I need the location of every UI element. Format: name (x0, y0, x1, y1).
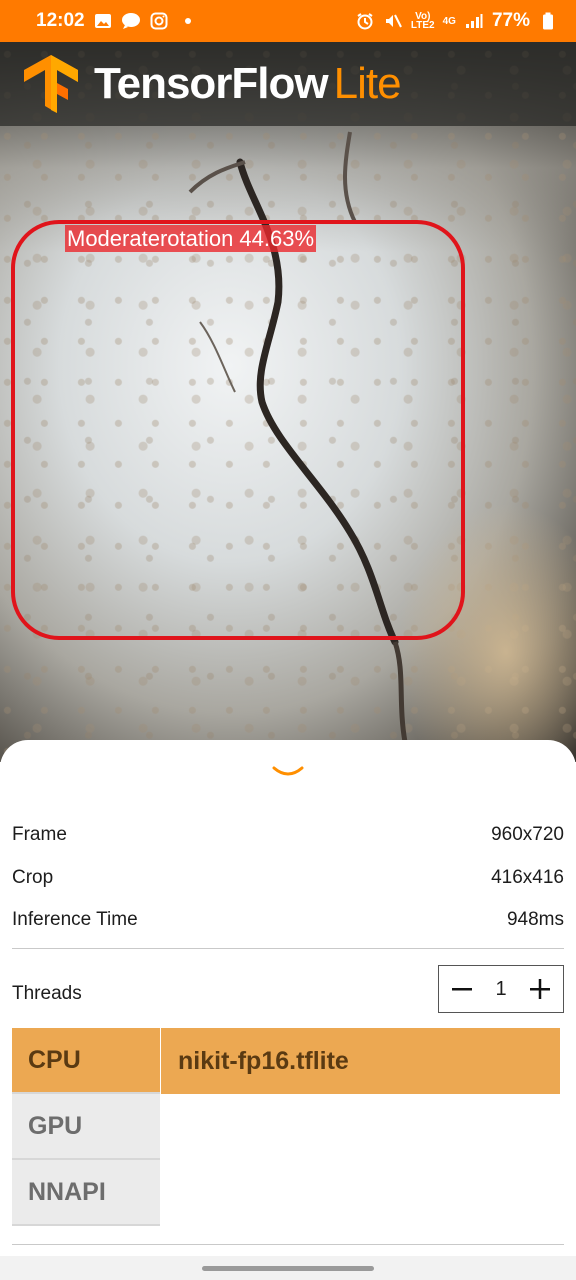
volte-indicator: Vo) LTE2 (410, 12, 435, 31)
crop-label: Crop (12, 867, 54, 888)
threads-value: 1 (495, 977, 507, 1000)
crop-row: Crop 416x416 (12, 867, 564, 889)
network-type: 4G (442, 15, 456, 27)
inference-value: 948ms (506, 909, 564, 930)
crop-value: 416x416 (491, 867, 564, 888)
chat-icon (121, 11, 141, 31)
divider (12, 948, 564, 949)
divider (12, 1244, 564, 1245)
screen: { "status_bar": { "time": "12:02", "netw… (0, 0, 576, 1280)
minus-icon[interactable] (449, 976, 475, 1002)
inference-label: Inference Time (12, 909, 138, 930)
app-title: TensorFlow Lite (94, 59, 402, 109)
gallery-icon (93, 11, 113, 31)
threads-stepper: 1 (438, 965, 564, 1013)
notification-dot-icon (184, 18, 191, 24)
delegate-gpu[interactable]: GPU (12, 1094, 160, 1160)
bottom-sheet: Frame 960x720 Crop 416x416 Inference Tim… (0, 740, 576, 1280)
lte-label: LTE2 (410, 20, 435, 31)
frame-value: 960x720 (491, 824, 564, 845)
detection-box (11, 220, 465, 640)
delegate-list: CPU GPU NNAPI (12, 1028, 160, 1226)
delegate-nnapi[interactable]: NNAPI (12, 1160, 160, 1226)
app-title-accent: Lite (333, 59, 402, 108)
mute-icon (383, 11, 403, 31)
app-title-main: TensorFlow (94, 59, 329, 108)
frame-label: Frame (12, 824, 67, 845)
tensorflow-logo-icon (24, 55, 78, 113)
instagram-icon (149, 11, 169, 31)
chevron-down-icon[interactable] (270, 762, 306, 780)
status-bar: 12:02 Vo) LTE2 4G 77% (0, 0, 576, 42)
threads-label: Threads (12, 983, 82, 1004)
alarm-icon (355, 11, 375, 31)
plus-icon[interactable] (527, 976, 553, 1002)
model-list: nikit-fp16.tflite (161, 1028, 560, 1094)
model-item[interactable]: nikit-fp16.tflite (161, 1028, 560, 1094)
signal-icon (464, 11, 484, 31)
battery-icon (538, 11, 558, 31)
frame-row: Frame 960x720 (12, 824, 564, 846)
detection-label: Moderaterotation 44.63% (65, 225, 317, 252)
status-time: 12:02 (36, 10, 85, 31)
battery-percent: 77% (491, 10, 530, 31)
inference-row: Inference Time 948ms (12, 909, 564, 931)
home-gesture-handle[interactable] (202, 1266, 374, 1271)
delegate-cpu[interactable]: CPU (12, 1028, 160, 1094)
app-header: TensorFlow Lite (0, 42, 576, 126)
